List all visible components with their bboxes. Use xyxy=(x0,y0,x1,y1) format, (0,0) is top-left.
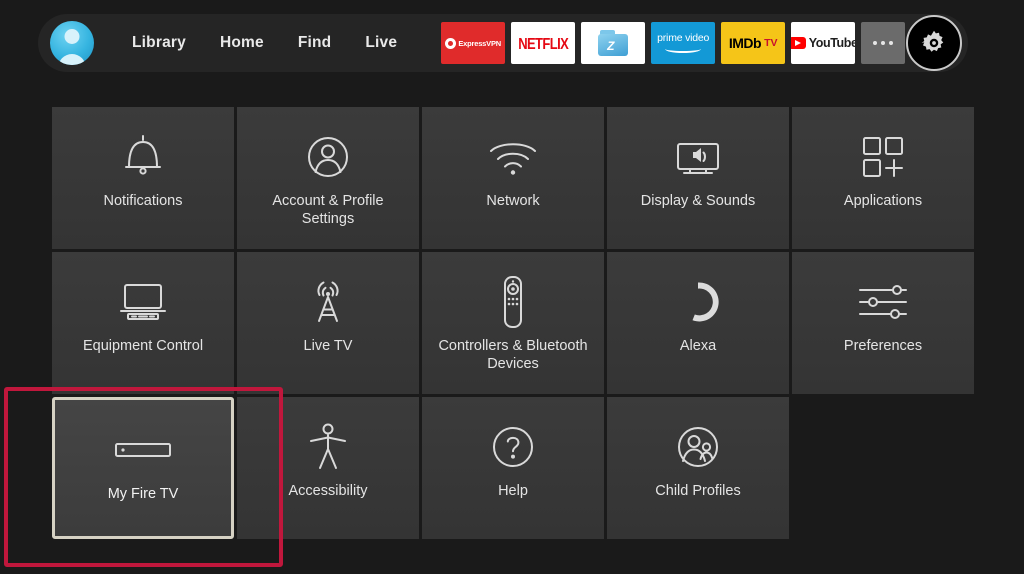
nav-item-live[interactable]: Live xyxy=(365,34,397,52)
app-tile-expressvpn[interactable]: ExpressVPN xyxy=(441,22,506,64)
gear-icon xyxy=(921,30,944,52)
tile-label: Preferences xyxy=(843,338,923,354)
sliders-icon xyxy=(856,266,910,338)
prime-video-logo: prime video xyxy=(657,33,709,53)
settings-tile-grid: Notifications Account & Profile Settings xyxy=(52,107,974,542)
prime-smile-icon xyxy=(665,45,702,53)
tile-my-fire-tv[interactable]: My Fire TV xyxy=(52,397,234,539)
app-shortcuts-row: ExpressVPN NETFLIX Z prime video IMDb TV… xyxy=(441,22,906,64)
top-navigation-bar: Library Home Find Live ExpressVPN NETFLI… xyxy=(38,14,968,72)
nav-item-find[interactable]: Find xyxy=(298,34,332,52)
tile-account-profile-settings[interactable]: Account & Profile Settings xyxy=(237,107,419,249)
tile-label: Network xyxy=(486,193,540,209)
tile-label: Alexa xyxy=(679,338,717,354)
tile-label: Account & Profile Settings xyxy=(272,193,384,227)
remote-control-icon xyxy=(498,266,528,338)
settings-row-1: Notifications Account & Profile Settings xyxy=(52,107,974,249)
fire-tv-settings-screen: Library Home Find Live ExpressVPN NETFLI… xyxy=(0,0,1024,574)
expressvpn-mark-icon xyxy=(445,37,457,49)
tile-live-tv[interactable]: Live TV xyxy=(237,252,419,394)
app-tile-imdb-tv[interactable]: IMDb TV xyxy=(721,22,786,64)
tile-help[interactable]: Help xyxy=(422,397,604,539)
youtube-play-icon xyxy=(791,37,806,49)
tile-label: My Fire TV xyxy=(107,486,179,502)
tile-equipment-control[interactable]: Equipment Control xyxy=(52,252,234,394)
tile-preferences[interactable]: Preferences xyxy=(792,252,974,394)
tile-label: Notifications xyxy=(103,193,183,209)
nav-item-library[interactable]: Library xyxy=(132,34,186,52)
app-overflow-button[interactable] xyxy=(861,22,906,64)
fire-tv-stick-icon xyxy=(114,414,172,486)
imdb-tv-suffix: TV xyxy=(764,37,778,49)
settings-row-2: Equipment Control Live TV Controllers & … xyxy=(52,252,974,394)
tile-label: Controllers & Bluetooth Devices xyxy=(438,338,588,372)
imdb-tv-logo: IMDb TV xyxy=(729,35,778,51)
avatar-head xyxy=(64,29,80,44)
youtube-logo: YouTube xyxy=(791,36,855,50)
wifi-icon xyxy=(487,121,539,193)
tv-speaker-icon xyxy=(670,121,726,193)
tile-label: Help xyxy=(498,483,528,499)
folder-glyph: Z xyxy=(607,39,615,53)
tile-label: Display & Sounds xyxy=(640,193,756,209)
app-tile-file-manager[interactable]: Z xyxy=(581,22,646,64)
app-grid-plus-icon xyxy=(860,121,906,193)
profile-avatar[interactable] xyxy=(50,21,94,65)
netflix-label: NETFLIX xyxy=(518,34,569,52)
tile-applications[interactable]: Applications xyxy=(792,107,974,249)
question-circle-icon xyxy=(490,411,536,483)
two-people-circle-icon xyxy=(674,411,722,483)
prime-video-label: prime video xyxy=(657,32,710,45)
ellipsis-dot-1-icon xyxy=(873,41,878,45)
person-circle-icon xyxy=(304,121,352,193)
app-tile-prime-video[interactable]: prime video xyxy=(651,22,716,64)
tile-alexa[interactable]: Alexa xyxy=(607,252,789,394)
youtube-label: YouTube xyxy=(808,36,856,50)
tile-accessibility[interactable]: Accessibility xyxy=(237,397,419,539)
broadcast-tower-icon xyxy=(304,266,352,338)
tile-label: Accessibility xyxy=(288,483,368,499)
avatar-body xyxy=(58,54,86,65)
tile-display-sounds[interactable]: Display & Sounds xyxy=(607,107,789,249)
tile-label: Live TV xyxy=(303,338,353,354)
alexa-ring-icon xyxy=(675,266,721,338)
tile-label: Child Profiles xyxy=(655,483,741,499)
bell-icon xyxy=(120,121,166,193)
accessibility-person-icon xyxy=(305,411,351,483)
ellipsis-dot-2-icon xyxy=(881,41,886,45)
tile-child-profiles[interactable]: Child Profiles xyxy=(607,397,789,539)
tile-notifications[interactable]: Notifications xyxy=(52,107,234,249)
settings-button[interactable] xyxy=(906,15,962,71)
tile-controllers-bluetooth-devices[interactable]: Controllers & Bluetooth Devices xyxy=(422,252,604,394)
tile-label: Applications xyxy=(843,193,923,209)
nav-item-home[interactable]: Home xyxy=(220,34,264,52)
ellipsis-dot-3-icon xyxy=(889,41,894,45)
file-manager-icon: Z xyxy=(598,30,629,56)
nav-links: Library Home Find Live xyxy=(132,34,397,52)
expressvpn-logo: ExpressVPN xyxy=(445,37,501,49)
expressvpn-label: ExpressVPN xyxy=(458,38,501,48)
tile-network[interactable]: Network xyxy=(422,107,604,249)
app-tile-youtube[interactable]: YouTube xyxy=(791,22,856,64)
tile-label: Equipment Control xyxy=(82,338,204,354)
app-tile-netflix[interactable]: NETFLIX xyxy=(511,22,576,64)
settings-row-3: My Fire TV Accessibility Help Child Prof… xyxy=(52,397,974,539)
tv-soundbar-icon xyxy=(115,266,171,338)
imdb-label: IMDb xyxy=(728,35,762,51)
